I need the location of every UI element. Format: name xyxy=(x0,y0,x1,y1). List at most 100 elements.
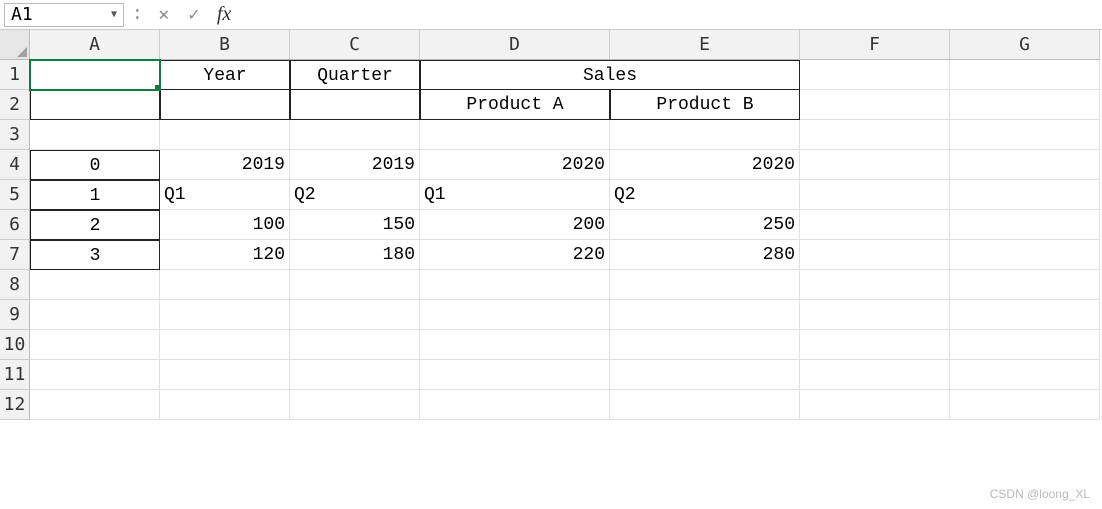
chevron-down-icon[interactable]: ▼ xyxy=(111,9,117,20)
cancel-icon[interactable]: ✕ xyxy=(151,3,177,27)
cell-F12[interactable] xyxy=(800,390,950,420)
col-head-G[interactable]: G xyxy=(950,30,1100,60)
cell-G6[interactable] xyxy=(950,210,1100,240)
cell-A2[interactable] xyxy=(30,90,160,120)
row-head-6[interactable]: 6 xyxy=(0,210,30,240)
cell-D7[interactable]: 220 xyxy=(420,240,610,270)
cell-D8[interactable] xyxy=(420,270,610,300)
cell-D6[interactable]: 200 xyxy=(420,210,610,240)
row-head-4[interactable]: 4 xyxy=(0,150,30,180)
row-head-2[interactable]: 2 xyxy=(0,90,30,120)
cell-C10[interactable] xyxy=(290,330,420,360)
cell-G11[interactable] xyxy=(950,360,1100,390)
cell-F9[interactable] xyxy=(800,300,950,330)
cell-D11[interactable] xyxy=(420,360,610,390)
cell-F1[interactable] xyxy=(800,60,950,90)
cell-C2[interactable] xyxy=(290,90,420,120)
cell-A11[interactable] xyxy=(30,360,160,390)
cell-F2[interactable] xyxy=(800,90,950,120)
cell-A5[interactable]: 1 xyxy=(30,180,160,210)
cell-D10[interactable] xyxy=(420,330,610,360)
cell-E11[interactable] xyxy=(610,360,800,390)
row-head-8[interactable]: 8 xyxy=(0,270,30,300)
row-head-1[interactable]: 1 xyxy=(0,60,30,90)
col-head-C[interactable]: C xyxy=(290,30,420,60)
row-head-5[interactable]: 5 xyxy=(0,180,30,210)
enter-check-icon[interactable]: ✓ xyxy=(181,3,207,27)
cell-A12[interactable] xyxy=(30,390,160,420)
cell-B3[interactable] xyxy=(160,120,290,150)
row-head-10[interactable]: 10 xyxy=(0,330,30,360)
cell-E5[interactable]: Q2 xyxy=(610,180,800,210)
row-head-7[interactable]: 7 xyxy=(0,240,30,270)
row-head-11[interactable]: 11 xyxy=(0,360,30,390)
cell-B8[interactable] xyxy=(160,270,290,300)
cell-B2[interactable] xyxy=(160,90,290,120)
row-head-9[interactable]: 9 xyxy=(0,300,30,330)
fx-icon[interactable]: fx xyxy=(217,3,231,26)
cell-B11[interactable] xyxy=(160,360,290,390)
cell-A4[interactable]: 0 xyxy=(30,150,160,180)
cell-D9[interactable] xyxy=(420,300,610,330)
cell-G1[interactable] xyxy=(950,60,1100,90)
cell-A8[interactable] xyxy=(30,270,160,300)
cell-E9[interactable] xyxy=(610,300,800,330)
cell-C8[interactable] xyxy=(290,270,420,300)
cell-B4[interactable]: 2019 xyxy=(160,150,290,180)
cell-C7[interactable]: 180 xyxy=(290,240,420,270)
cell-F3[interactable] xyxy=(800,120,950,150)
cell-C1[interactable]: Quarter xyxy=(290,60,420,90)
cell-C5[interactable]: Q2 xyxy=(290,180,420,210)
cell-A9[interactable] xyxy=(30,300,160,330)
cell-C12[interactable] xyxy=(290,390,420,420)
cell-B6[interactable]: 100 xyxy=(160,210,290,240)
cell-B9[interactable] xyxy=(160,300,290,330)
cell-A6[interactable]: 2 xyxy=(30,210,160,240)
row-head-3[interactable]: 3 xyxy=(0,120,30,150)
cell-G4[interactable] xyxy=(950,150,1100,180)
cell-F4[interactable] xyxy=(800,150,950,180)
cell-C9[interactable] xyxy=(290,300,420,330)
col-head-B[interactable]: B xyxy=(160,30,290,60)
cell-F7[interactable] xyxy=(800,240,950,270)
cell-F6[interactable] xyxy=(800,210,950,240)
cell-G9[interactable] xyxy=(950,300,1100,330)
cell-F10[interactable] xyxy=(800,330,950,360)
cell-G7[interactable] xyxy=(950,240,1100,270)
cell-B1[interactable]: Year xyxy=(160,60,290,90)
cell-D12[interactable] xyxy=(420,390,610,420)
cell-B7[interactable]: 120 xyxy=(160,240,290,270)
cell-E6[interactable]: 250 xyxy=(610,210,800,240)
cell-F8[interactable] xyxy=(800,270,950,300)
col-head-A[interactable]: A xyxy=(30,30,160,60)
cell-C4[interactable]: 2019 xyxy=(290,150,420,180)
cell-G8[interactable] xyxy=(950,270,1100,300)
cell-D2[interactable]: Product A xyxy=(420,90,610,120)
row-head-12[interactable]: 12 xyxy=(0,390,30,420)
name-box[interactable]: A1 ▼ xyxy=(4,3,124,27)
cell-F11[interactable] xyxy=(800,360,950,390)
cell-E3[interactable] xyxy=(610,120,800,150)
cell-D4[interactable]: 2020 xyxy=(420,150,610,180)
cell-D3[interactable] xyxy=(420,120,610,150)
cell-E10[interactable] xyxy=(610,330,800,360)
col-head-F[interactable]: F xyxy=(800,30,950,60)
cell-G2[interactable] xyxy=(950,90,1100,120)
cell-A10[interactable] xyxy=(30,330,160,360)
col-head-E[interactable]: E xyxy=(610,30,800,60)
cell-B12[interactable] xyxy=(160,390,290,420)
cell-A7[interactable]: 3 xyxy=(30,240,160,270)
cell-C11[interactable] xyxy=(290,360,420,390)
cell-D1-E1-merged[interactable]: Sales xyxy=(420,60,800,90)
cell-A3[interactable] xyxy=(30,120,160,150)
cell-F5[interactable] xyxy=(800,180,950,210)
cell-C6[interactable]: 150 xyxy=(290,210,420,240)
cell-E7[interactable]: 280 xyxy=(610,240,800,270)
cell-G3[interactable] xyxy=(950,120,1100,150)
col-head-D[interactable]: D xyxy=(420,30,610,60)
cell-E12[interactable] xyxy=(610,390,800,420)
select-all-corner[interactable] xyxy=(0,30,30,60)
cell-E2[interactable]: Product B xyxy=(610,90,800,120)
cell-D5[interactable]: Q1 xyxy=(420,180,610,210)
cell-G5[interactable] xyxy=(950,180,1100,210)
